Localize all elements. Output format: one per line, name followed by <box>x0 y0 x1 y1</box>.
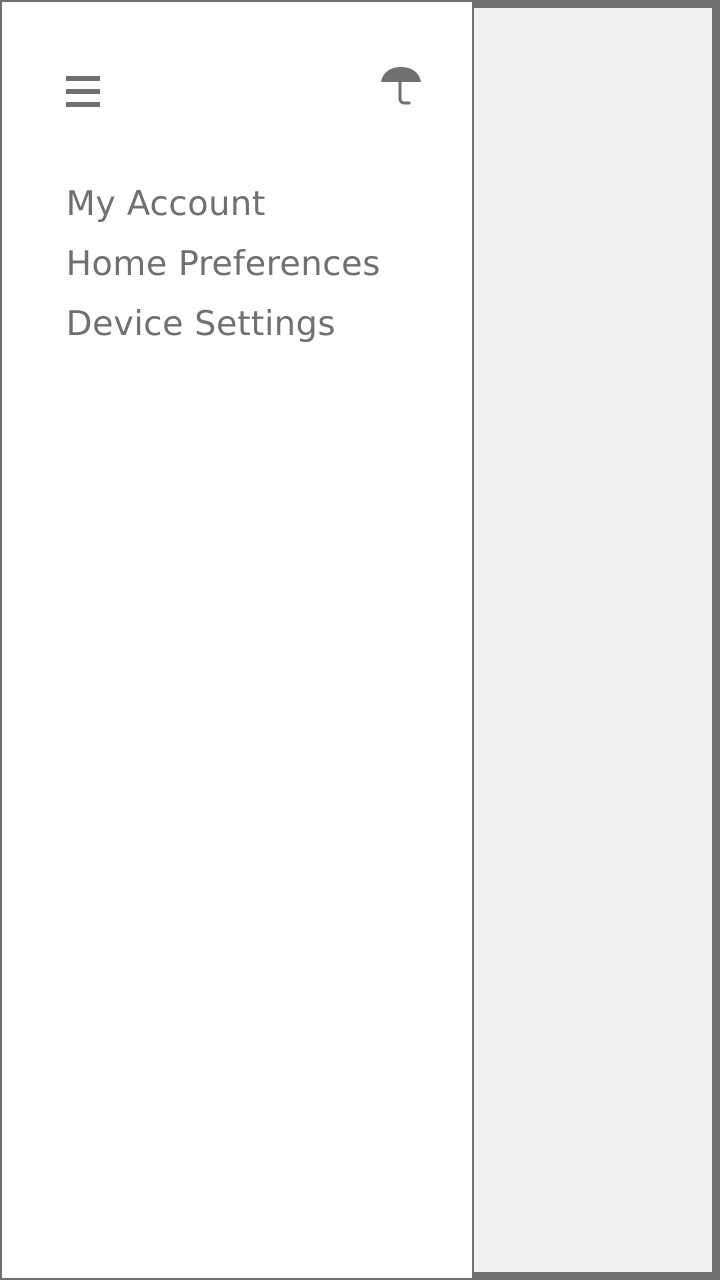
nav-item-home-preferences[interactable]: Home Preferences <box>66 238 380 298</box>
navigation-drawer: My Account Home Preferences Device Setti… <box>0 0 474 1280</box>
hamburger-menu-icon[interactable] <box>64 74 102 110</box>
menu-bar-middle <box>66 89 100 94</box>
drawer-nav-list: My Account Home Preferences Device Setti… <box>66 178 380 358</box>
umbrella-logo-icon <box>381 67 421 105</box>
app-screen: My Account Home Preferences Device Setti… <box>0 0 720 1280</box>
nav-item-device-settings[interactable]: Device Settings <box>66 298 380 358</box>
nav-item-my-account[interactable]: My Account <box>66 178 380 238</box>
menu-bar-top <box>66 76 100 81</box>
menu-bar-bottom <box>66 102 100 107</box>
main-content-scrim[interactable] <box>474 8 712 1272</box>
